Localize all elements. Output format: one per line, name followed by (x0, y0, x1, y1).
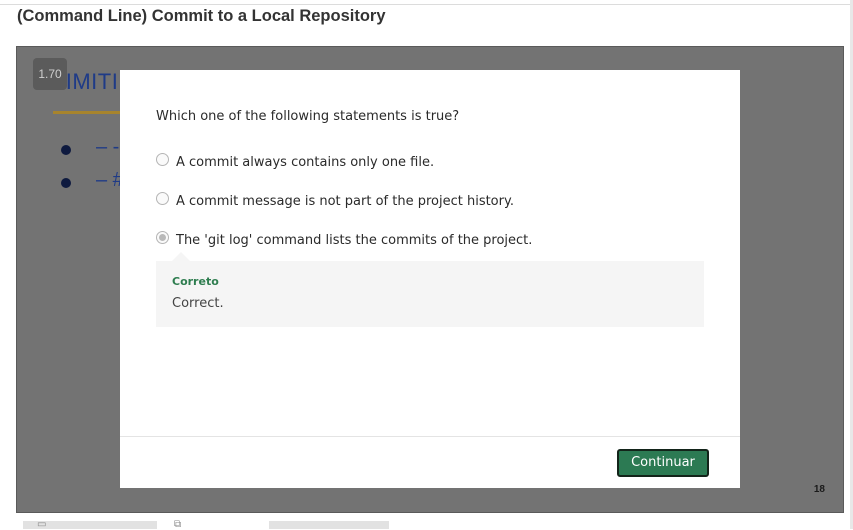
option-radio-selected[interactable] (156, 231, 169, 244)
feedback-pointer (172, 252, 190, 261)
feedback-title: Correto (172, 275, 219, 288)
option-label[interactable]: A commit always contains only one file. (176, 155, 434, 170)
player-control-button[interactable] (269, 521, 389, 529)
slide-number: 18 (813, 484, 825, 495)
option-label[interactable]: A commit message is not part of the proj… (176, 194, 514, 209)
quiz-modal: Which one of the following statements is… (120, 70, 740, 488)
continue-button[interactable]: Continuar (617, 449, 709, 477)
slide-bullet-dot (61, 178, 71, 188)
quiz-option-selected[interactable]: The 'git log' command lists the commits … (156, 230, 532, 252)
transcript-icon: ▭ (37, 519, 47, 530)
slide-bullet-dot (61, 145, 71, 155)
playback-speed-badge[interactable]: 1.70 (33, 58, 67, 90)
top-divider (0, 4, 853, 5)
feedback-text: Correct. (172, 296, 224, 311)
option-radio[interactable] (156, 192, 169, 205)
feedback-panel: Correto Correct. (156, 252, 704, 327)
option-label[interactable]: The 'git log' command lists the commits … (176, 233, 532, 248)
external-link-icon[interactable]: ⧉ (174, 520, 181, 530)
quiz-option[interactable]: A commit always contains only one file. (156, 152, 434, 174)
modal-footer-divider (120, 436, 740, 437)
quiz-question: Which one of the following statements is… (156, 109, 460, 124)
page-title: (Command Line) Commit to a Local Reposit… (17, 7, 386, 25)
quiz-option[interactable]: A commit message is not part of the proj… (156, 191, 514, 213)
slide-bullet-text: – - (96, 136, 120, 158)
option-radio[interactable] (156, 153, 169, 166)
